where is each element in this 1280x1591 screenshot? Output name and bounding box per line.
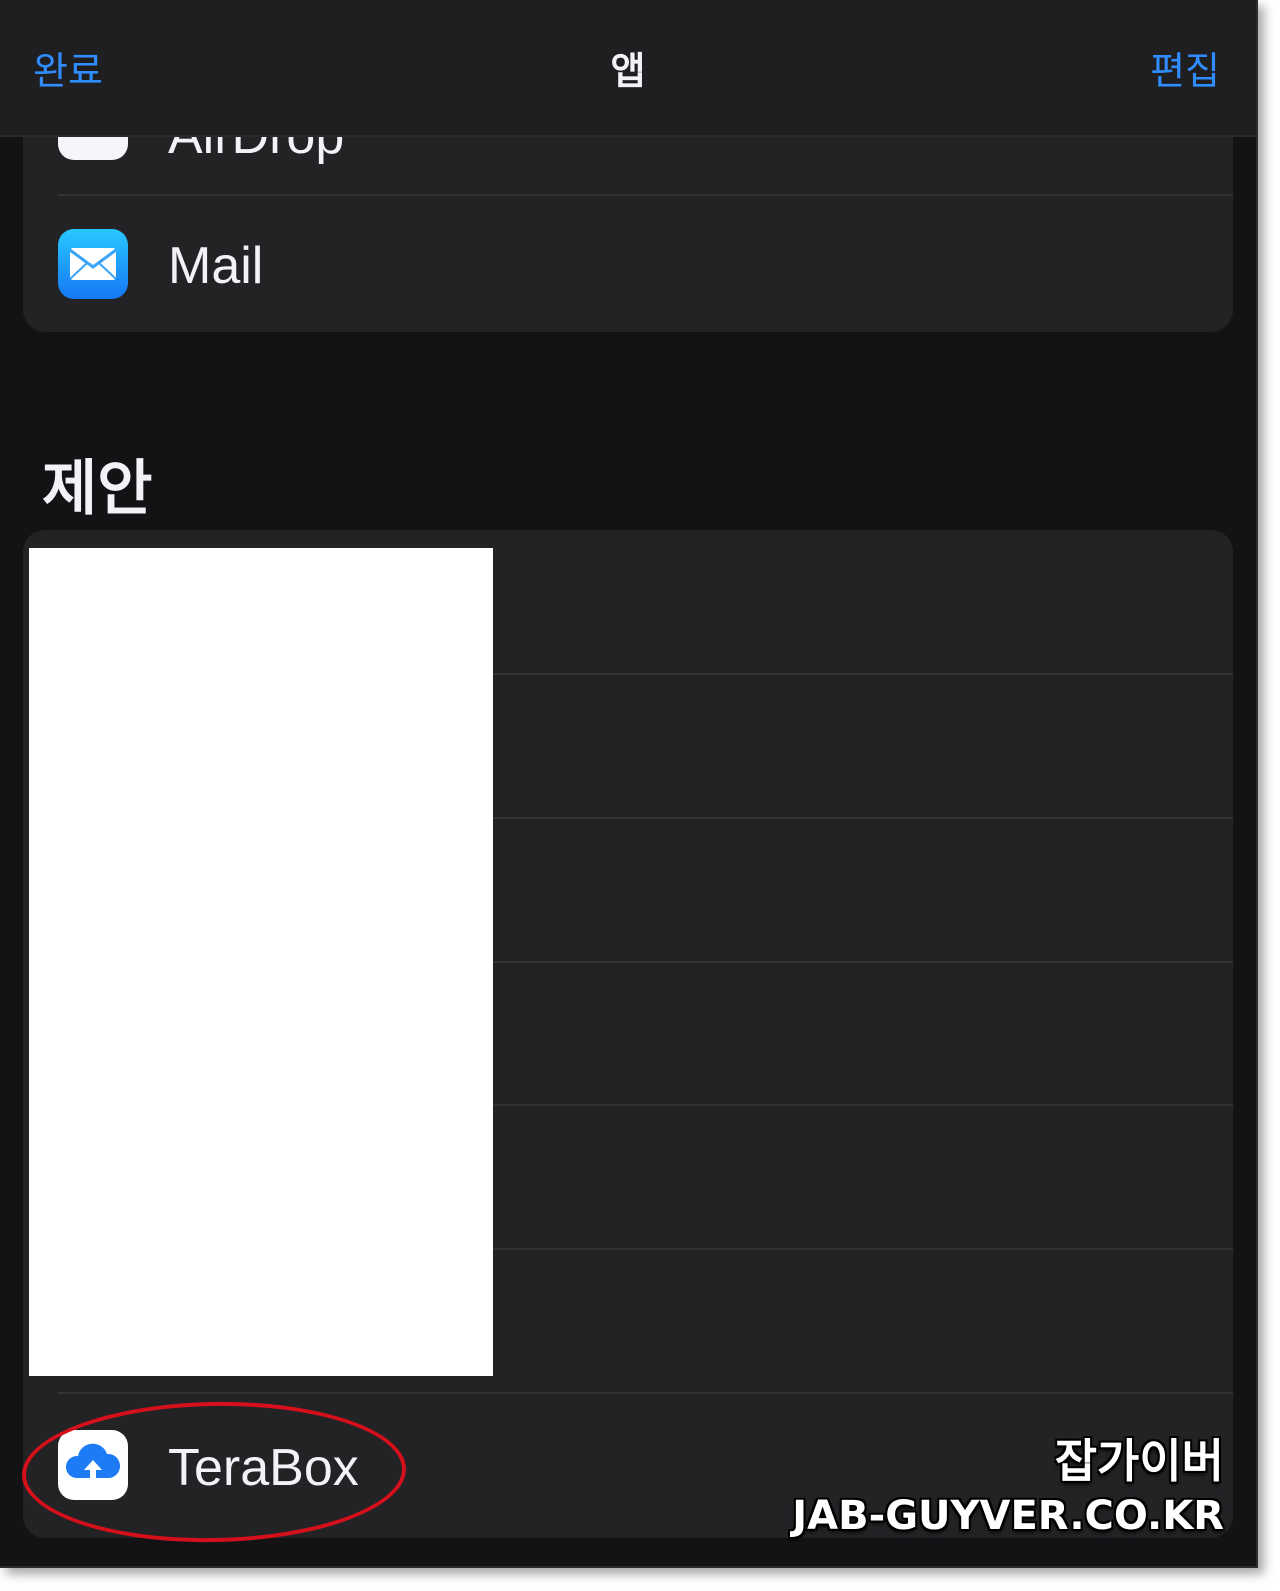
mail-label: Mail [168, 237, 264, 295]
edit-button[interactable]: 편집 [1150, 40, 1220, 95]
suggestions-group: TeraBox [23, 530, 1233, 1538]
share-sheet-app-list: AirDrop Mail 완료 앱 편집 제안 [0, 0, 1258, 1568]
section-title-suggestions: 제안 [42, 454, 153, 524]
divider [493, 1104, 1233, 1106]
nav-bar: 완료 앱 편집 [0, 0, 1256, 137]
page-title: 앱 [610, 49, 646, 93]
divider [493, 961, 1233, 963]
watermark-title: 잡가이버 [1054, 1434, 1224, 1488]
divider [493, 817, 1233, 819]
list-item-mail[interactable]: Mail [23, 196, 1233, 332]
watermark-url: JAB-GUYVER.CO.KR [792, 1493, 1224, 1539]
divider [493, 1248, 1233, 1250]
watermark: 잡가이버 JAB-GUYVER.CO.KR [792, 1432, 1224, 1542]
divider [493, 673, 1233, 675]
redacted-app-list [29, 548, 493, 1376]
mail-icon [58, 229, 128, 299]
